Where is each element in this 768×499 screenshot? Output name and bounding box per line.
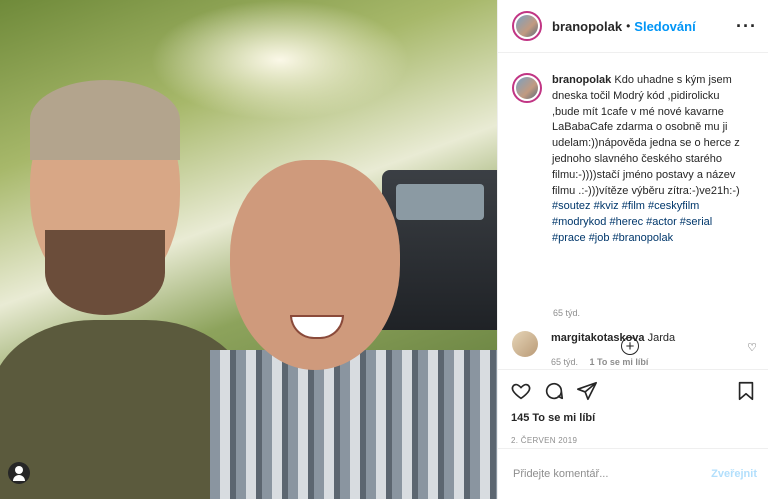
caption-time: 65 týd.: [553, 308, 581, 318]
more-options-icon[interactable]: ···: [736, 16, 757, 37]
post-comment-button[interactable]: Zveřejnit: [711, 468, 757, 480]
caption: branopolak Kdo uhadne s kým jsem dneska …: [512, 73, 757, 247]
caption-text: branopolak Kdo uhadne s kým jsem dneska …: [552, 73, 746, 247]
post-header: branopolak • Sledování ···: [498, 0, 768, 53]
bookmark-icon[interactable]: [735, 380, 757, 402]
post-sidebar: branopolak • Sledování ··· branopolak Kd…: [497, 0, 768, 499]
post-date: 2. ČERVEN 2019: [511, 436, 578, 445]
caption-body: Kdo uhadne s kým jsem dneska točil Modrý…: [552, 74, 740, 197]
likes-count[interactable]: 145 To se mi líbí: [511, 412, 768, 424]
share-icon[interactable]: [576, 380, 598, 402]
comment-icon[interactable]: [543, 380, 565, 402]
comment-item: margitakotaskova Jarda 65 týd. 1 To se m…: [512, 331, 757, 370]
header-separator: •: [626, 19, 631, 33]
comment-username[interactable]: margitakotaskova: [551, 332, 645, 344]
user-profile-icon[interactable]: [8, 462, 30, 484]
comments-section: branopolak Kdo uhadne s kým jsem dneska …: [498, 53, 768, 370]
author-username[interactable]: branopolak: [552, 19, 622, 34]
caption-avatar[interactable]: [512, 73, 542, 103]
caption-hashtags[interactable]: #soutez #kviz #film #ceskyfilm #modrykod…: [552, 200, 712, 244]
post-actions: 145 To se mi líbí 2. ČERVEN 2019: [498, 370, 768, 445]
heart-icon[interactable]: [510, 380, 532, 402]
author-avatar[interactable]: [512, 11, 542, 41]
commenter-avatar[interactable]: [512, 331, 538, 357]
post-photo[interactable]: [0, 0, 497, 499]
comment-likes[interactable]: 1 To se mi líbí: [590, 357, 649, 367]
caption-username[interactable]: branopolak: [552, 74, 611, 86]
comment-heart-icon[interactable]: ♡: [747, 341, 757, 354]
comment-text: Jarda: [647, 332, 676, 344]
comment-time: 65 týd.: [551, 357, 579, 367]
comment-input[interactable]: [511, 467, 712, 481]
follow-button[interactable]: Sledování: [634, 19, 695, 34]
add-comment-bar: Zveřejnit: [498, 448, 768, 499]
photo-person-right: [210, 150, 497, 499]
